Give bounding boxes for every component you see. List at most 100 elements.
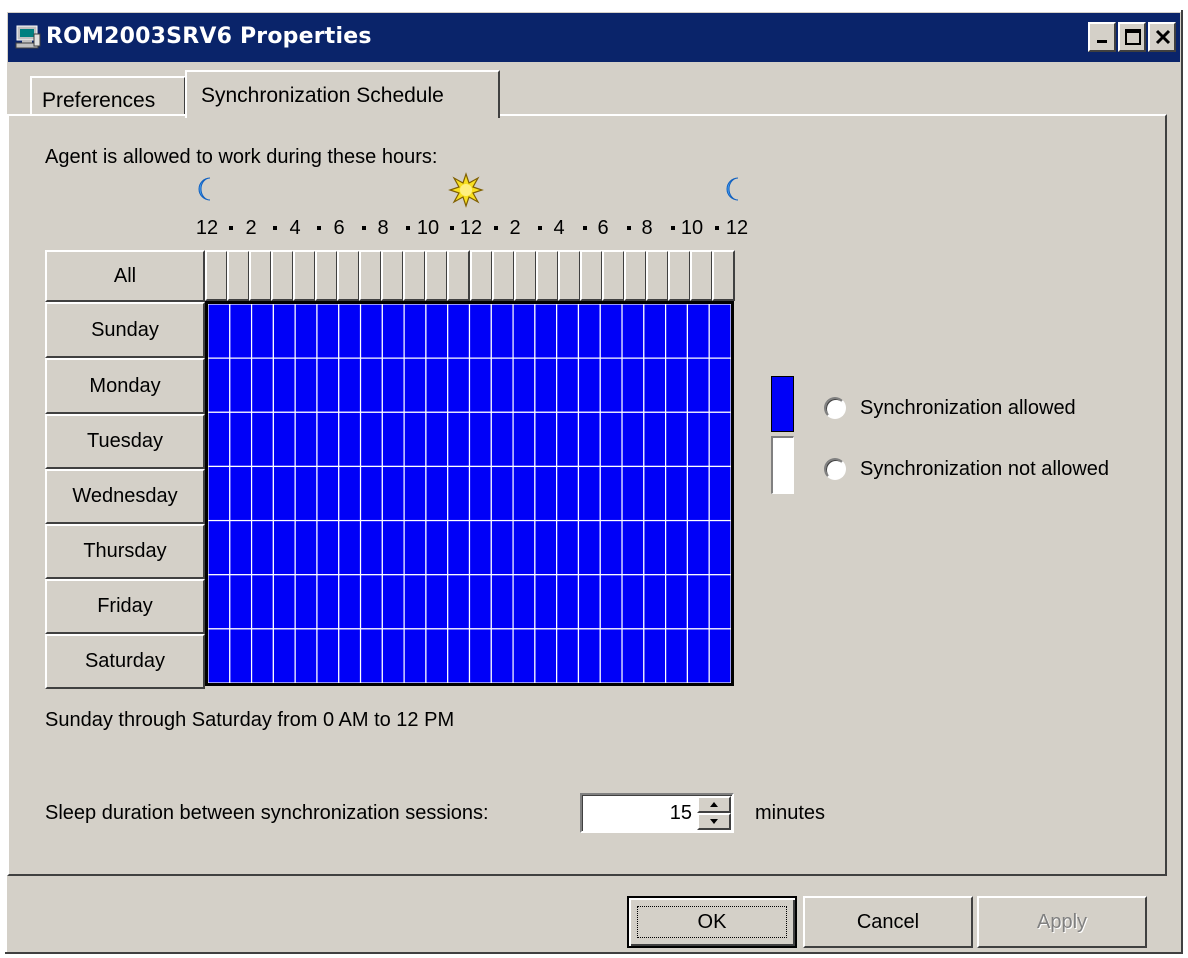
schedule-cell[interactable] [708,628,731,683]
schedule-cell[interactable] [534,628,558,683]
schedule-cell[interactable] [316,411,340,468]
schedule-cell[interactable] [272,304,296,359]
schedule-cell[interactable] [381,357,405,413]
schedule-cell[interactable] [316,465,340,522]
hour-column-button[interactable] [535,250,559,301]
schedule-cell[interactable] [665,519,689,576]
hour-column-button[interactable] [381,250,405,301]
schedule-cell[interactable] [250,304,274,359]
schedule-cell[interactable] [686,411,710,468]
schedule-cell[interactable] [665,357,689,413]
hour-column-button[interactable] [645,250,669,301]
schedule-cell[interactable] [512,465,536,522]
hour-column-button[interactable] [337,250,361,301]
schedule-cell[interactable] [686,628,710,683]
schedule-cell[interactable] [229,411,253,468]
schedule-cell[interactable] [338,519,362,576]
schedule-cell[interactable] [665,574,689,630]
schedule-cell[interactable] [381,519,405,576]
schedule-cell[interactable] [708,519,731,576]
schedule-cell[interactable] [708,411,731,468]
schedule-cell[interactable] [381,411,405,468]
hour-column-button[interactable] [513,250,537,301]
schedule-cell[interactable] [381,304,405,359]
schedule-cell[interactable] [425,465,449,522]
schedule-cell[interactable] [447,304,471,359]
schedule-cell[interactable] [534,357,558,413]
schedule-cell[interactable] [621,357,645,413]
schedule-cell[interactable] [425,357,449,413]
schedule-cell[interactable] [381,574,405,630]
schedule-cell[interactable] [599,465,623,522]
schedule-cell[interactable] [686,519,710,576]
schedule-cell[interactable] [316,628,340,683]
schedule-cell[interactable] [490,357,514,413]
schedule-cell[interactable] [208,574,231,630]
schedule-cell[interactable] [381,628,405,683]
schedule-cell[interactable] [556,628,580,683]
day-row-button[interactable]: Monday [45,358,205,414]
schedule-cell[interactable] [272,519,296,576]
schedule-cell[interactable] [403,574,427,630]
schedule-cell[interactable] [338,411,362,468]
schedule-cell[interactable] [250,357,274,413]
schedule-cell[interactable] [359,357,383,413]
minimize-button[interactable] [1088,22,1116,52]
schedule-cell[interactable] [708,574,731,630]
schedule-cell[interactable] [665,411,689,468]
schedule-cell[interactable] [512,519,536,576]
schedule-cell[interactable] [338,628,362,683]
schedule-cell[interactable] [403,411,427,468]
schedule-cell[interactable] [621,465,645,522]
schedule-cell[interactable] [403,628,427,683]
schedule-cell[interactable] [468,628,492,683]
schedule-cell[interactable] [403,519,427,576]
schedule-cell[interactable] [338,357,362,413]
schedule-cell[interactable] [556,357,580,413]
schedule-cell[interactable] [468,411,492,468]
schedule-cell[interactable] [447,519,471,576]
schedule-cell[interactable] [208,411,231,468]
schedule-cell[interactable] [229,574,253,630]
schedule-cell[interactable] [665,304,689,359]
schedule-cell[interactable] [686,465,710,522]
hour-column-button[interactable] [601,250,625,301]
day-row-button[interactable]: Wednesday [45,469,205,524]
schedule-cell[interactable] [599,574,623,630]
schedule-cell[interactable] [229,304,253,359]
schedule-cell[interactable] [512,628,536,683]
schedule-cell[interactable] [447,628,471,683]
schedule-cell[interactable] [643,411,667,468]
schedule-cell[interactable] [708,304,731,359]
schedule-cell[interactable] [425,519,449,576]
schedule-cell[interactable] [294,628,318,683]
schedule-cell[interactable] [294,357,318,413]
apply-button[interactable]: Apply [977,896,1147,948]
schedule-cell[interactable] [643,357,667,413]
schedule-grid-cells[interactable] [208,304,731,683]
day-row-button[interactable]: Saturday [45,634,205,689]
schedule-cell[interactable] [359,304,383,359]
schedule-cell[interactable] [272,628,296,683]
tab-preferences[interactable]: Preferences [30,76,186,116]
schedule-cell[interactable] [686,357,710,413]
schedule-cell[interactable] [359,465,383,522]
schedule-cell[interactable] [294,519,318,576]
not-allowed-label[interactable]: Synchronization not allowed [860,458,1109,481]
hour-column-button[interactable] [359,250,383,301]
hour-column-button[interactable] [271,250,295,301]
schedule-cell[interactable] [381,465,405,522]
hour-column-button[interactable] [249,250,273,301]
close-button[interactable] [1148,22,1176,52]
schedule-cell[interactable] [208,519,231,576]
hour-column-button[interactable] [667,250,691,301]
schedule-cell[interactable] [577,465,601,522]
schedule-cell[interactable] [556,411,580,468]
schedule-cell[interactable] [512,411,536,468]
sleep-duration-stepper[interactable]: 15 [580,793,734,833]
hour-column-button[interactable] [689,250,713,301]
schedule-cell[interactable] [621,574,645,630]
schedule-cell[interactable] [643,628,667,683]
schedule-cell[interactable] [599,411,623,468]
schedule-cell[interactable] [534,519,558,576]
